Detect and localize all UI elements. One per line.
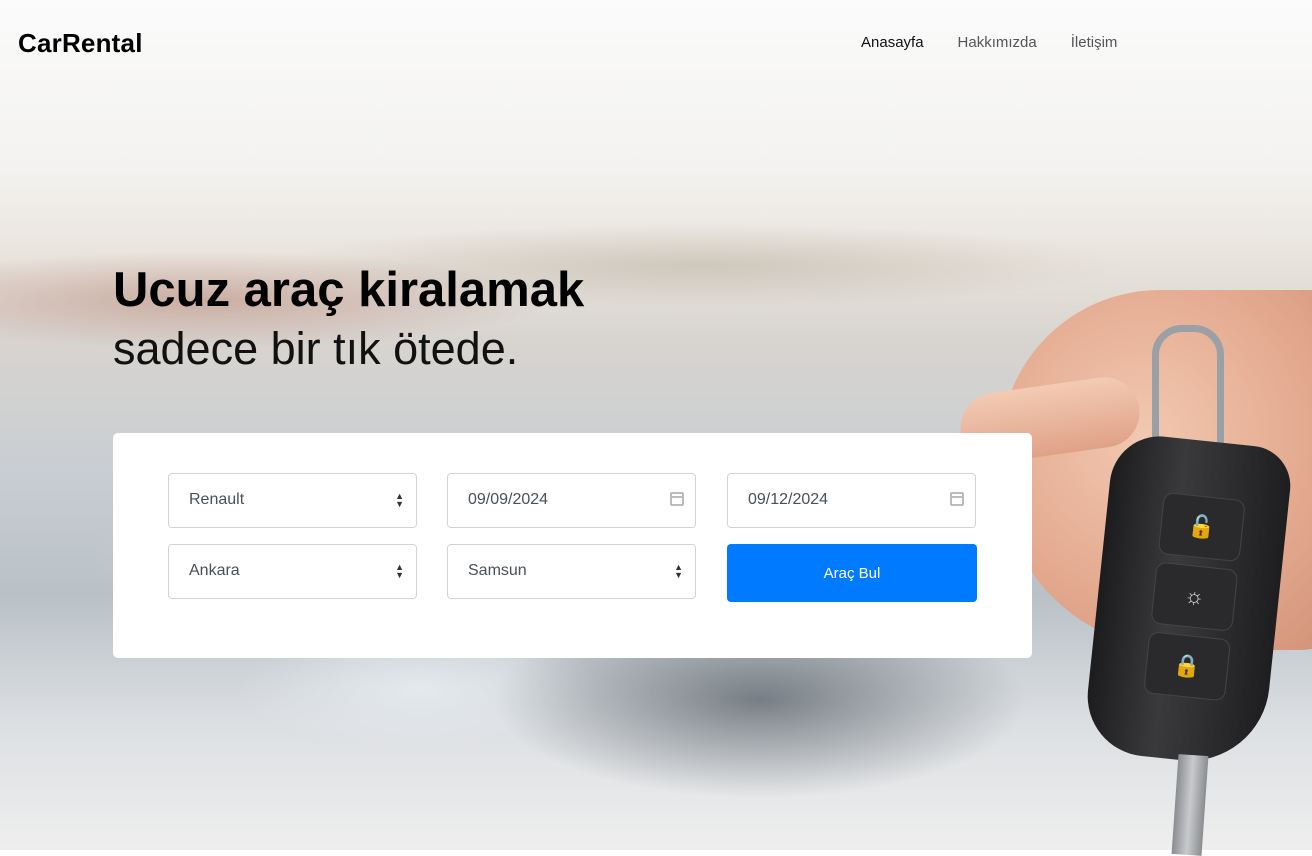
pickup-date-value: 09/09/2024 bbox=[468, 491, 549, 508]
pickup-date-input[interactable]: 09/09/2024 bbox=[447, 473, 696, 528]
unlock-icon: 🔓 bbox=[1157, 491, 1246, 563]
return-city-value: Samsun bbox=[468, 562, 527, 579]
pickup-city-select[interactable]: Ankara ▲ ▼ bbox=[168, 544, 417, 599]
headlight-icon: ☼ bbox=[1150, 561, 1239, 632]
brand-select[interactable]: Renault ▲ ▼ bbox=[168, 473, 417, 528]
nav-link-contact[interactable]: İletişim bbox=[1071, 34, 1118, 51]
hero-title: Ucuz araç kiralamak bbox=[113, 263, 585, 317]
return-date-input[interactable]: 09/12/2024 bbox=[727, 473, 976, 528]
up-down-caret-icon: ▲ ▼ bbox=[674, 562, 683, 580]
up-down-caret-icon: ▲ ▼ bbox=[395, 491, 404, 509]
return-city-select[interactable]: Samsun ▲ ▼ bbox=[447, 544, 696, 599]
find-car-button[interactable]: Araç Bul bbox=[727, 544, 977, 602]
nav-link-about[interactable]: Hakkımızda bbox=[958, 34, 1037, 51]
hero-subtitle: sadece bir tık ötede. bbox=[113, 323, 519, 374]
pickup-city-value: Ankara bbox=[189, 562, 240, 579]
navbar: CarRental Anasayfa Hakkımızda İletişim bbox=[0, 0, 1312, 86]
nav-links: Anasayfa Hakkımızda İletişim bbox=[861, 34, 1117, 51]
return-date-value: 09/12/2024 bbox=[748, 491, 829, 508]
up-down-caret-icon: ▲ ▼ bbox=[395, 562, 404, 580]
nav-link-home[interactable]: Anasayfa bbox=[861, 34, 924, 51]
brand-logo[interactable]: CarRental bbox=[18, 28, 143, 59]
lock-icon: 🔒 bbox=[1143, 631, 1232, 702]
calendar-icon[interactable] bbox=[950, 492, 964, 506]
brand-select-value: Renault bbox=[189, 491, 245, 508]
search-panel: Renault ▲ ▼ 09/09/2024 09/12/2024 Ankara … bbox=[113, 433, 1032, 658]
calendar-icon[interactable] bbox=[670, 492, 684, 506]
